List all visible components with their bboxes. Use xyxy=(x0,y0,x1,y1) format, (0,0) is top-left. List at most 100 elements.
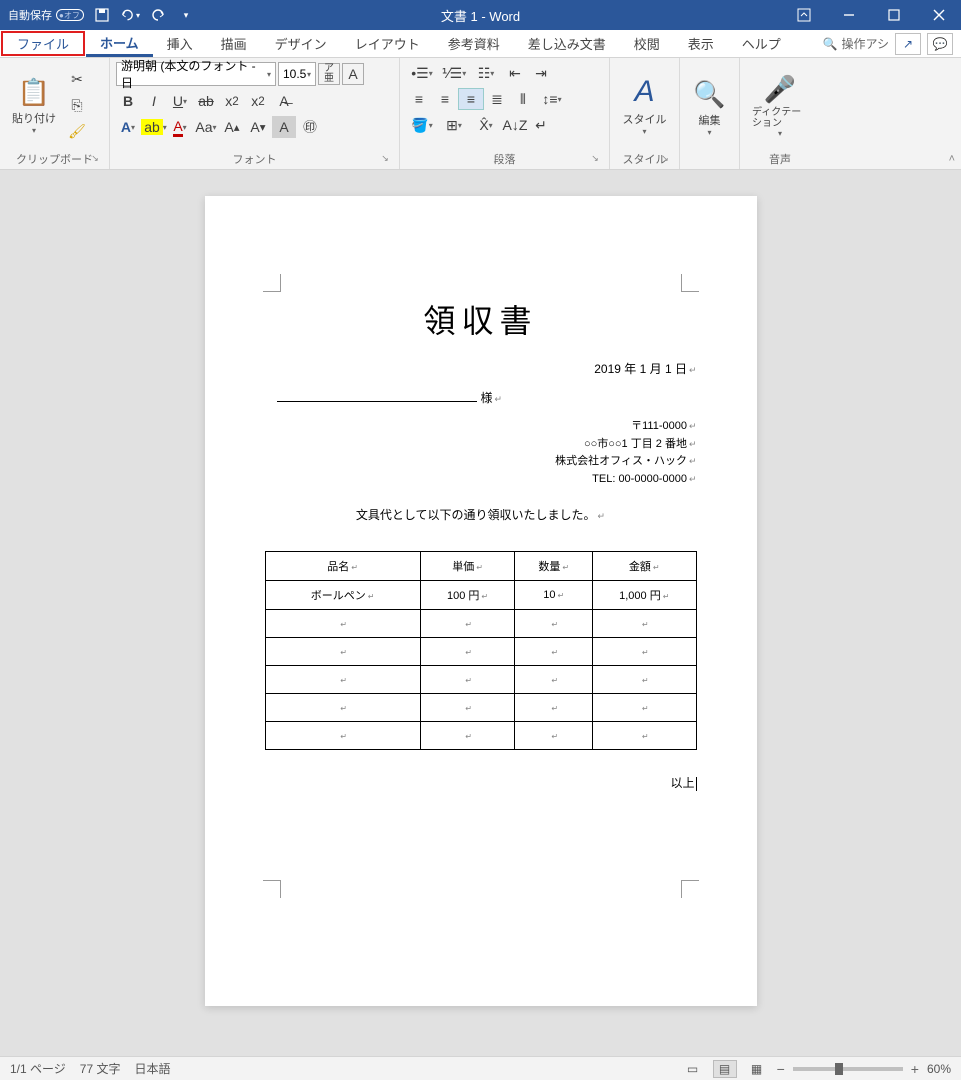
status-language[interactable]: 日本語 xyxy=(134,1060,170,1077)
text-effects-button[interactable]: A▾ xyxy=(116,116,140,138)
zoom-label[interactable]: 60% xyxy=(927,1062,951,1076)
tab-references[interactable]: 参考資料 xyxy=(434,30,514,57)
doc-footer[interactable]: 以上 xyxy=(265,774,697,791)
table-row[interactable]: ボールペン100 円101,000 円 xyxy=(265,581,696,610)
italic-button[interactable]: I xyxy=(142,90,166,112)
font-color-button[interactable]: A▾ xyxy=(168,116,192,138)
table-row[interactable] xyxy=(265,666,696,694)
font-size-select[interactable]: 10.5▾ xyxy=(278,62,316,86)
enclose-char-button[interactable]: ㊞ xyxy=(298,116,322,138)
autosave-switch[interactable]: ● オフ xyxy=(56,9,84,21)
document-area[interactable]: 領収書 2019 年 1 月 1 日 様 〒111-0000 ○○市○○1 丁目… xyxy=(0,170,961,1056)
multilevel-button[interactable]: ☷▾ xyxy=(470,62,502,84)
line-spacing-button[interactable]: ↕≡▾ xyxy=(536,88,568,110)
borders-button[interactable]: ⊞▾ xyxy=(438,114,470,136)
bold-button[interactable]: B xyxy=(116,90,140,112)
bullets-button[interactable]: •☰▾ xyxy=(406,62,438,84)
align-right-button[interactable]: ≡ xyxy=(458,88,484,110)
font-launcher[interactable]: ↘ xyxy=(379,153,391,165)
subscript-button[interactable]: x2 xyxy=(220,90,244,112)
undo-button[interactable]: ▾ xyxy=(120,5,140,25)
comments-button[interactable]: 💬 xyxy=(927,33,953,55)
tab-review[interactable]: 校閲 xyxy=(620,30,674,57)
align-center-button[interactable]: ≡ xyxy=(432,88,458,110)
grow-font-button[interactable]: A▴ xyxy=(220,116,244,138)
table-row[interactable] xyxy=(265,610,696,638)
tab-file[interactable]: ファイル xyxy=(1,31,85,56)
decrease-indent-button[interactable]: ⇤ xyxy=(502,62,528,84)
table-row[interactable] xyxy=(265,694,696,722)
sort-button[interactable]: A↓Z xyxy=(502,114,528,136)
zoom-in-button[interactable]: + xyxy=(911,1061,919,1077)
shading-button[interactable]: 🪣▾ xyxy=(406,114,438,136)
table-row[interactable] xyxy=(265,638,696,666)
paste-button[interactable]: 📋 貼り付け ▾ xyxy=(6,62,62,149)
doc-table[interactable]: 品名 単価 数量 金額 ボールペン100 円101,000 円 xyxy=(265,551,697,750)
highlight-button[interactable]: ab▾ xyxy=(142,116,166,138)
collapse-ribbon-button[interactable]: ˄ xyxy=(949,153,955,165)
doc-sender[interactable]: 〒111-0000 ○○市○○1 丁目 2 番地 株式会社オフィス・ハック TE… xyxy=(265,418,697,488)
char-shading-button[interactable]: A xyxy=(272,116,296,138)
table-row[interactable] xyxy=(265,722,696,750)
copy-button[interactable]: ⎘ xyxy=(66,95,88,117)
doc-recipient[interactable]: 様 xyxy=(277,389,697,406)
format-painter-button[interactable]: 🖌 xyxy=(66,121,88,143)
redo-button[interactable] xyxy=(148,5,168,25)
doc-title[interactable]: 領収書 xyxy=(265,296,697,342)
clipboard-launcher[interactable]: ↘ xyxy=(89,153,101,165)
minimize-icon xyxy=(843,9,855,21)
font-name-select[interactable]: 游明朝 (本文のフォント - 日▾ xyxy=(116,62,276,86)
zoom-out-button[interactable]: − xyxy=(777,1061,785,1077)
read-mode-button[interactable]: ▭ xyxy=(681,1060,705,1078)
cut-button[interactable]: ✂ xyxy=(66,69,88,91)
print-layout-button[interactable]: ▤ xyxy=(713,1060,737,1078)
doc-note[interactable]: 文具代として以下の通り領収いたしました。 xyxy=(265,506,697,523)
web-layout-button[interactable]: ▦ xyxy=(745,1060,769,1078)
tab-view[interactable]: 表示 xyxy=(674,30,728,57)
status-page[interactable]: 1/1 ページ xyxy=(10,1060,66,1077)
doc-date[interactable]: 2019 年 1 月 1 日 xyxy=(265,360,697,377)
share-button[interactable]: ↗ xyxy=(895,33,921,55)
tell-me-search[interactable]: 🔍 操作アシ xyxy=(823,35,889,52)
tab-draw[interactable]: 描画 xyxy=(207,30,261,57)
align-justify-button[interactable]: ≣ xyxy=(484,88,510,110)
tab-layout[interactable]: レイアウト xyxy=(341,30,434,57)
qat-customize[interactable]: ▾ xyxy=(176,5,196,25)
numbering-button[interactable]: ⅟☰▾ xyxy=(438,62,470,84)
align-left-button[interactable]: ≡ xyxy=(406,88,432,110)
maximize-button[interactable] xyxy=(871,0,916,30)
styles-label: スタイル xyxy=(623,111,667,127)
editing-button[interactable]: 🔍 編集 ▾ xyxy=(687,62,731,153)
margin-corner xyxy=(263,880,281,898)
char-border-button[interactable]: A xyxy=(342,63,364,85)
clear-format-button[interactable]: A̶ xyxy=(272,90,296,112)
zoom-slider[interactable] xyxy=(793,1067,903,1071)
zoom-slider-thumb[interactable] xyxy=(835,1063,843,1075)
change-case-button[interactable]: Aa▾ xyxy=(194,116,218,138)
distribute-button[interactable]: ⫴ xyxy=(510,88,536,110)
show-marks-button[interactable]: ↵ xyxy=(528,114,554,136)
underline-button[interactable]: U▾ xyxy=(168,90,192,112)
autosave-toggle[interactable]: 自動保存 ● オフ xyxy=(8,7,84,23)
save-button[interactable] xyxy=(92,5,112,25)
strikethrough-button[interactable]: ab xyxy=(194,90,218,112)
minimize-button[interactable] xyxy=(826,0,871,30)
tab-home[interactable]: ホーム xyxy=(86,30,153,57)
char-scale-button[interactable]: X̂▾ xyxy=(470,114,502,136)
ribbon-display-button[interactable] xyxy=(781,0,826,30)
styles-launcher[interactable]: ↘ xyxy=(659,153,671,165)
page[interactable]: 領収書 2019 年 1 月 1 日 様 〒111-0000 ○○市○○1 丁目… xyxy=(205,196,757,1006)
tab-design[interactable]: デザイン xyxy=(261,30,341,57)
phonetic-guide-button[interactable]: ア亜 xyxy=(318,63,340,85)
superscript-button[interactable]: x2 xyxy=(246,90,270,112)
styles-button[interactable]: A スタイル ▾ xyxy=(617,62,673,149)
shrink-font-button[interactable]: A▾ xyxy=(246,116,270,138)
dictate-button[interactable]: 🎤 ディクテーション ▾ xyxy=(746,62,814,149)
tab-help[interactable]: ヘルプ xyxy=(728,30,795,57)
paragraph-launcher[interactable]: ↘ xyxy=(589,153,601,165)
status-word-count[interactable]: 77 文字 xyxy=(80,1060,121,1077)
tab-mailings[interactable]: 差し込み文書 xyxy=(514,30,620,57)
close-button[interactable] xyxy=(916,0,961,30)
increase-indent-button[interactable]: ⇥ xyxy=(528,62,554,84)
tab-insert[interactable]: 挿入 xyxy=(153,30,207,57)
